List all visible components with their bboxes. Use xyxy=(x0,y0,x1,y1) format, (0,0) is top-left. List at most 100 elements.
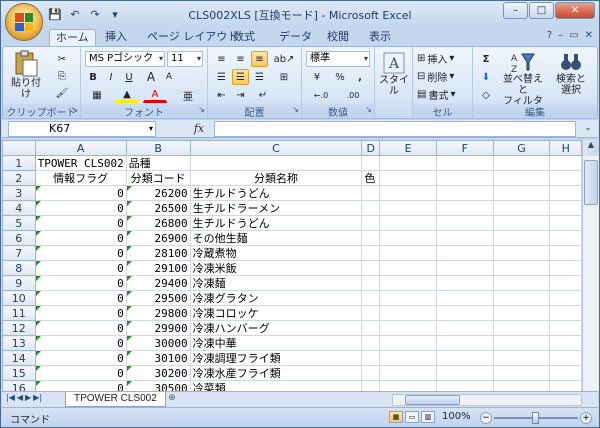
resize-grip-icon[interactable]: ⋰ xyxy=(588,417,596,426)
cell[interactable] xyxy=(492,215,551,231)
cell[interactable] xyxy=(361,380,381,391)
cell[interactable]: 冷凍中華 xyxy=(189,335,363,351)
bold-button[interactable]: B xyxy=(85,69,101,85)
cell[interactable]: 0 xyxy=(34,200,127,216)
cell[interactable] xyxy=(379,365,437,381)
cell[interactable]: 29500 xyxy=(125,290,191,306)
cell[interactable]: 0 xyxy=(34,230,127,246)
styles-button[interactable]: A スタイル xyxy=(377,51,411,97)
cell[interactable] xyxy=(379,335,437,351)
cell[interactable] xyxy=(492,305,551,321)
worksheet-grid[interactable]: A B C D E F G H 1 TPOWER CLS002 品種 2 情報フラグ 分類… xyxy=(2,140,582,391)
cell[interactable] xyxy=(361,260,381,276)
office-button[interactable] xyxy=(5,3,43,41)
help-icon[interactable]: ? xyxy=(547,30,552,41)
cell[interactable]: 冷凍グラタン xyxy=(189,290,363,306)
cell[interactable]: 冷凍米飯 xyxy=(189,260,363,276)
cell[interactable] xyxy=(492,260,551,276)
select-all-corner[interactable] xyxy=(2,140,36,156)
scroll-thumb[interactable] xyxy=(584,160,598,205)
cell[interactable]: 0 xyxy=(34,380,127,391)
font-size-combo[interactable]: 11 ▾ xyxy=(167,51,203,67)
cell[interactable]: 26500 xyxy=(125,200,191,216)
cell[interactable]: 0 xyxy=(34,260,127,276)
name-box[interactable]: K67 ▾ xyxy=(8,121,156,137)
tab-home[interactable]: ホーム xyxy=(49,29,96,46)
cell[interactable] xyxy=(549,260,582,276)
cell[interactable] xyxy=(379,155,437,171)
cell[interactable] xyxy=(549,215,582,231)
cell[interactable] xyxy=(549,170,582,186)
cell[interactable] xyxy=(361,155,381,171)
cell[interactable] xyxy=(379,230,437,246)
row-header[interactable]: 16 xyxy=(2,380,36,391)
cell[interactable] xyxy=(549,320,582,336)
close-button[interactable]: ✕ xyxy=(555,2,595,19)
cell[interactable]: 30500 xyxy=(125,380,191,391)
cell[interactable] xyxy=(361,230,381,246)
cell[interactable] xyxy=(435,290,494,306)
cell[interactable]: 26200 xyxy=(125,185,191,201)
shrink-font-button[interactable]: A xyxy=(161,69,177,85)
cell[interactable] xyxy=(379,185,437,201)
zoom-track[interactable] xyxy=(494,412,578,424)
cell[interactable]: 生チルドうどん xyxy=(189,185,363,201)
merge-icon[interactable]: ⊞ xyxy=(272,69,296,85)
cell[interactable] xyxy=(549,200,582,216)
number-format-combo[interactable]: 標準 ▾ xyxy=(306,51,370,67)
cell[interactable] xyxy=(379,350,437,366)
dialog-launcher-icon[interactable]: ↘ xyxy=(198,105,205,114)
column-header[interactable]: H xyxy=(549,140,582,156)
cell[interactable] xyxy=(435,365,494,381)
row-header[interactable]: 1 xyxy=(2,155,36,171)
copy-icon[interactable]: ⎘ xyxy=(53,68,71,84)
insert-cells-button[interactable]: ⊞ 挿入 ▾ xyxy=(417,51,454,66)
cell[interactable]: 30000 xyxy=(125,335,191,351)
cell[interactable] xyxy=(435,215,494,231)
cell[interactable] xyxy=(361,335,381,351)
h-scroll-thumb[interactable] xyxy=(405,395,460,405)
font-name-combo[interactable]: MS Pゴシック ▾ xyxy=(85,51,165,67)
currency-icon[interactable]: ¥ xyxy=(306,69,328,85)
cell[interactable]: 0 xyxy=(34,275,127,291)
cell[interactable] xyxy=(361,290,381,306)
page-layout-view-icon[interactable]: ▭ xyxy=(405,411,419,423)
cell[interactable]: 29400 xyxy=(125,275,191,291)
workbook-restore-button[interactable]: ▭ xyxy=(569,30,578,41)
cell[interactable]: 分類名称 xyxy=(189,170,363,186)
cell[interactable] xyxy=(492,350,551,366)
fill-color-icon[interactable]: ▲ xyxy=(115,87,139,103)
phonetic-icon[interactable]: 亜 xyxy=(179,87,197,103)
cell[interactable] xyxy=(361,215,381,231)
row-header[interactable]: 10 xyxy=(2,290,36,306)
next-sheet-icon[interactable]: ▶ xyxy=(25,393,31,402)
tab-formulas[interactable]: 数式 xyxy=(227,29,261,46)
row-header[interactable]: 7 xyxy=(2,245,36,261)
cell[interactable] xyxy=(379,170,437,186)
align-top-icon[interactable]: ≡ xyxy=(213,51,230,67)
row-header[interactable]: 12 xyxy=(2,320,36,336)
cell[interactable] xyxy=(549,245,582,261)
cell[interactable] xyxy=(379,275,437,291)
column-header[interactable]: G xyxy=(492,140,551,156)
cell[interactable] xyxy=(549,350,582,366)
cell[interactable] xyxy=(435,185,494,201)
cell[interactable]: 色 xyxy=(361,170,381,186)
cell[interactable] xyxy=(549,230,582,246)
row-header[interactable]: 8 xyxy=(2,260,36,276)
delete-cells-button[interactable]: ⊟ 削除 ▾ xyxy=(417,69,454,84)
cell[interactable] xyxy=(549,290,582,306)
zoom-out-icon[interactable]: − xyxy=(480,412,492,424)
cell[interactable] xyxy=(379,260,437,276)
align-bottom-icon[interactable]: ≡ xyxy=(251,51,268,67)
cell[interactable] xyxy=(492,275,551,291)
cell[interactable]: 0 xyxy=(34,215,127,231)
cell[interactable] xyxy=(492,380,551,391)
cell[interactable]: 0 xyxy=(34,350,127,366)
cell[interactable] xyxy=(492,365,551,381)
cell[interactable]: 冷凍ハンバーグ xyxy=(189,320,363,336)
cell[interactable]: 冷凍コロッケ xyxy=(189,305,363,321)
cell[interactable] xyxy=(549,365,582,381)
column-header[interactable]: E xyxy=(379,140,437,156)
cell[interactable] xyxy=(435,275,494,291)
